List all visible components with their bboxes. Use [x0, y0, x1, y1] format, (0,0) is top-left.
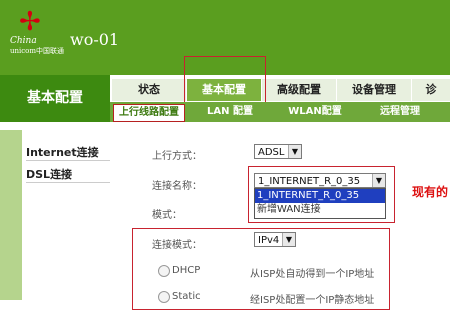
subtab-lan[interactable]: LAN 配置: [195, 104, 265, 120]
dhcp-radio[interactable]: [158, 265, 170, 277]
uplink-value: ADSL: [258, 147, 285, 158]
tab-device-management[interactable]: 设备管理: [337, 79, 412, 101]
dhcp-hint: 从ISP处自动得到一个IP地址: [250, 269, 375, 280]
china-unicom-logo: ✢ China unicom中国联通: [10, 8, 70, 66]
logo-text-unicom: unicom中国联通: [10, 47, 65, 55]
tab-status[interactable]: 状态: [112, 79, 187, 101]
static-radio[interactable]: [158, 291, 170, 303]
sidebar-item-dsl[interactable]: DSL连接: [26, 166, 110, 182]
unicom-knot-icon: ✢: [19, 7, 41, 37]
tab-diagnostics[interactable]: 诊: [412, 79, 450, 101]
highlight-box-conn: [248, 166, 395, 223]
dhcp-label: DHCP: [172, 265, 201, 276]
uplink-label: 上行方式：: [152, 151, 202, 162]
tab-advanced-config[interactable]: 高级配置: [262, 79, 337, 101]
sidebar-divider: [26, 160, 110, 161]
sidebar-divider: [26, 182, 110, 183]
divider: [0, 122, 450, 130]
mode-label: 模式：: [152, 210, 182, 221]
sidebar-item-internet[interactable]: Internet连接: [26, 144, 110, 160]
subtab-wlan[interactable]: WLAN配置: [275, 104, 355, 120]
logo-text-china: China: [10, 36, 37, 46]
static-hint: 经ISP处配置一个IP静态地址: [250, 295, 375, 306]
uplink-select[interactable]: ADSL ▼: [254, 144, 302, 159]
device-name: wo-01: [70, 30, 120, 49]
chevron-down-icon: ▼: [282, 233, 295, 246]
sidebar-accent: [0, 130, 22, 300]
main-tabs: 状态 基本配置 高级配置 设备管理 诊: [110, 75, 450, 102]
conn-mode-value: IPv4: [258, 235, 280, 246]
sub-tabs: 上行线路配置 LAN 配置 WLAN配置 远程管理: [110, 102, 450, 122]
static-label: Static: [172, 291, 201, 302]
annotation-text: 现有的: [412, 185, 449, 199]
conn-mode-select[interactable]: IPv4 ▼: [254, 232, 296, 247]
section-title: 基本配置: [0, 75, 110, 122]
subtab-uplink[interactable]: 上行线路配置: [113, 104, 185, 122]
conn-label: 连接名称：: [152, 181, 202, 192]
highlight-box-tab: [184, 56, 266, 104]
chevron-down-icon: ▼: [288, 145, 301, 158]
conn-mode-label: 连接模式：: [152, 240, 202, 251]
subtab-remote[interactable]: 远程管理: [365, 104, 435, 120]
